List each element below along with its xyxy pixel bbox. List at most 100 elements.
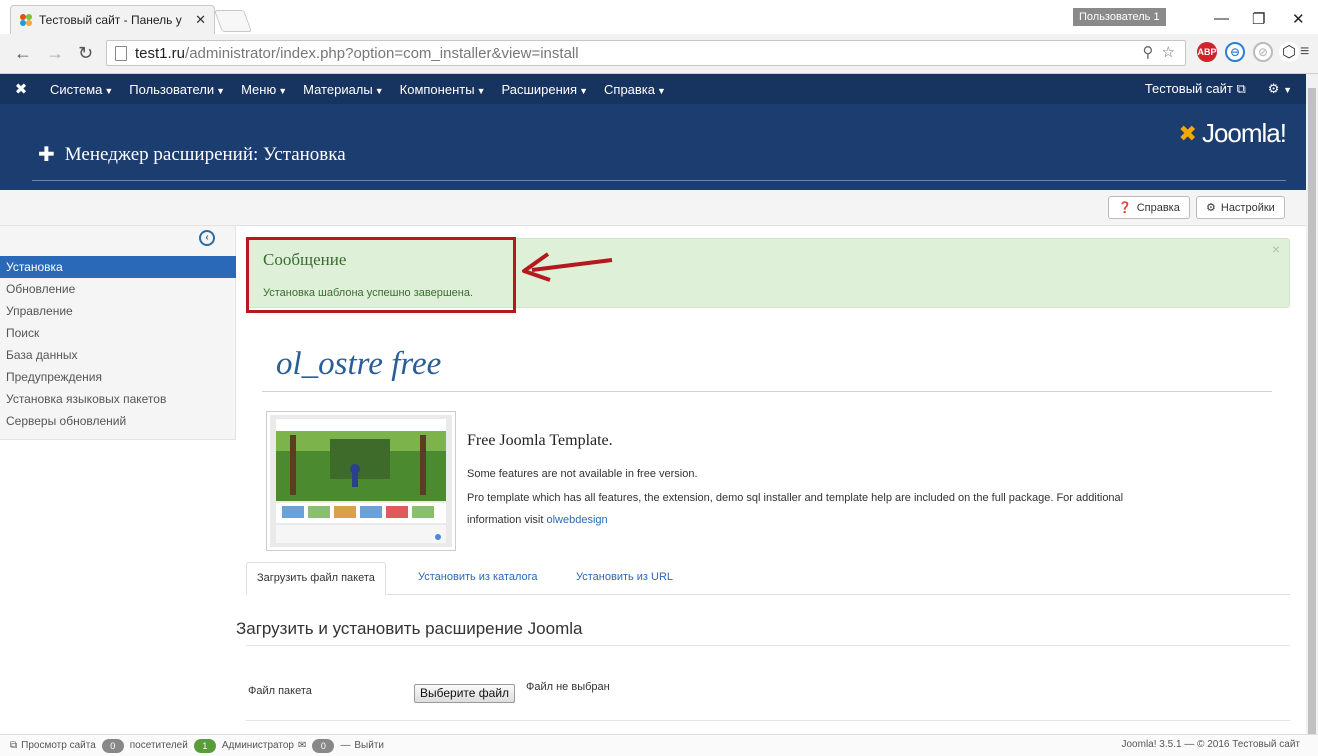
annotation-arrow-icon: [522, 252, 613, 282]
minimize-icon[interactable]: —: [1214, 10, 1229, 27]
adblock-icon[interactable]: ABP: [1197, 42, 1217, 62]
status-footer: ⧉ Просмотр сайта 0 посетителей 1 Админис…: [0, 734, 1318, 756]
options-button[interactable]: ⚙ Настройки: [1196, 196, 1285, 219]
menu-users[interactable]: Пользователи ▼: [121, 82, 233, 97]
install-tabs: Загрузить файл пакета Установить из ката…: [246, 562, 1290, 595]
no-file-selected-text: Файл не выбран: [526, 681, 610, 693]
template-name: ol_ostre free: [276, 346, 442, 382]
brand-text: Joomla!: [1201, 118, 1287, 148]
menu-components[interactable]: Компоненты ▼: [392, 82, 494, 97]
sidebar-item-warnings[interactable]: Предупреждения: [0, 366, 236, 388]
header-divider: [32, 180, 1286, 181]
action-toolbar: ❓ Справка ⚙ Настройки: [0, 190, 1306, 226]
tab-install-from-url[interactable]: Установить из URL: [566, 562, 683, 595]
menu-menus[interactable]: Меню ▼: [233, 82, 295, 97]
sidebar-item-install-languages[interactable]: Установка языковых пакетов: [0, 388, 236, 410]
sidebar-item-install[interactable]: Установка: [0, 256, 236, 278]
caret-down-icon: ▼: [104, 85, 114, 96]
admins-label: Администратор: [221, 740, 294, 751]
page-scrollbar[interactable]: [1306, 74, 1318, 734]
menu-label: Справка: [604, 81, 656, 97]
envelope-icon[interactable]: ✉: [298, 740, 306, 751]
upload-bottom-divider: [246, 720, 1290, 721]
sidebar-collapse-icon[interactable]: ‹: [199, 230, 215, 246]
version-info: Joomla! 3.5.1 — © 2016 Тестовый сайт: [1121, 739, 1301, 750]
olwebdesign-link[interactable]: olwebdesign: [546, 514, 607, 526]
visitors-count-badge: 0: [101, 738, 124, 753]
admin-top-menu: ✖ Система ▼ Пользователи ▼ Меню ▼ Материалы…: [0, 74, 1306, 104]
tab-install-from-folder[interactable]: Установить из каталога: [408, 562, 548, 595]
messages-count-badge: 0: [312, 738, 335, 753]
browser-tabbar: Тестовый сайт - Панель у ✕ Пользователь …: [0, 0, 1318, 34]
sidebar-item-manage[interactable]: Управление: [0, 300, 236, 322]
browser-tab[interactable]: Тестовый сайт - Панель у ✕: [10, 5, 215, 34]
visitors-label: посетителей: [129, 740, 188, 751]
sidebar-item-update-sites[interactable]: Серверы обновлений: [0, 410, 236, 432]
joomla-menu-logo-icon[interactable]: ✖: [0, 80, 42, 98]
tab-close-icon[interactable]: ✕: [195, 12, 206, 28]
template-desc-3: information visit olwebdesign: [467, 510, 608, 530]
external-link-icon: ⧉: [1236, 81, 1246, 96]
back-icon[interactable]: ←: [14, 43, 32, 64]
template-desc-2: Pro template which has all features, the…: [467, 492, 1124, 504]
close-window-icon[interactable]: ✕: [1292, 10, 1305, 28]
menu-system[interactable]: Система ▼: [42, 82, 121, 97]
menu-label: Расширения: [501, 81, 578, 97]
zoom-icon[interactable]: ⚲: [1143, 43, 1154, 61]
user-settings-gear-icon[interactable]: ⚙ ▼: [1268, 81, 1292, 97]
url-host: test1.ru: [135, 44, 186, 62]
help-button-label: Справка: [1136, 201, 1180, 214]
site-link-label: Тестовый сайт: [1144, 81, 1233, 96]
admins-count-badge: 1: [193, 738, 216, 753]
site-link[interactable]: Тестовый сайт ⧉: [1145, 81, 1246, 97]
scrollbar-thumb[interactable]: [1308, 88, 1316, 734]
caret-down-icon: ▼: [657, 85, 666, 96]
annotation-highlight-box: [246, 237, 516, 313]
question-icon: ❓: [1118, 202, 1132, 214]
restore-icon[interactable]: ❐: [1252, 10, 1265, 28]
menu-help[interactable]: Справка ▼: [596, 82, 674, 97]
caret-down-icon: ▼: [579, 85, 589, 96]
sidebar-item-discover[interactable]: Поиск: [0, 322, 236, 344]
template-divider: [262, 391, 1272, 392]
logout-link[interactable]: Выйти: [354, 740, 384, 751]
menu-label: Система: [50, 81, 103, 97]
cube-extension-icon[interactable]: ⬡: [1279, 42, 1299, 62]
browser-menu-icon[interactable]: ≡: [1300, 43, 1309, 61]
tab-upload-package[interactable]: Загрузить файл пакета: [246, 562, 386, 595]
template-desc-1: Some features are not available in free …: [467, 468, 698, 480]
view-site-link[interactable]: Просмотр сайта: [21, 740, 96, 751]
view-site-icon: ⧉: [10, 740, 18, 751]
page-title-text: Менеджер расширений: Установка: [64, 143, 346, 165]
disabled-extension-icon[interactable]: ⊘: [1253, 42, 1273, 62]
sidebar: ‹ Установка Обновление Управление Поиск …: [0, 226, 236, 440]
address-bar[interactable]: test1.ru /administrator/index.php?option…: [106, 40, 1186, 66]
joomla-favicon-icon: [19, 13, 33, 27]
joomla-logo-icon: ✖: [1178, 120, 1197, 146]
page-icon: [115, 45, 127, 61]
package-file-label: Файл пакета: [248, 685, 312, 697]
logout-dash-icon: —: [340, 740, 351, 751]
options-button-label: Настройки: [1220, 201, 1275, 214]
forward-icon[interactable]: →: [46, 43, 64, 64]
help-button[interactable]: ❓ Справка: [1108, 196, 1190, 219]
template-thumbnail: [266, 411, 456, 551]
choose-file-button[interactable]: Выберите файл: [414, 684, 516, 703]
reload-icon[interactable]: ↻: [78, 43, 93, 64]
alert-close-icon[interactable]: ×: [1272, 241, 1280, 257]
browser-user-chip[interactable]: Пользователь 1: [1073, 8, 1166, 26]
menu-label: Материалы: [303, 81, 373, 97]
upload-divider: [246, 645, 1290, 646]
browser-toolbar: ← → ↻ test1.ru /administrator/index.php?…: [0, 34, 1318, 74]
gear-icon: ⚙: [1206, 202, 1216, 214]
caret-down-icon: ▼: [278, 85, 288, 96]
new-tab-button[interactable]: [213, 10, 253, 32]
sidebar-item-database[interactable]: База данных: [0, 344, 236, 366]
sidebar-item-update[interactable]: Обновление: [0, 278, 236, 300]
sync-extension-icon[interactable]: ⊖: [1225, 42, 1245, 62]
template-desc-3-prefix: information visit: [467, 514, 544, 526]
bookmark-star-icon[interactable]: ☆: [1162, 43, 1175, 61]
menu-extensions[interactable]: Расширения ▼: [493, 82, 596, 97]
menu-content[interactable]: Материалы ▼: [295, 82, 392, 97]
url-path: /administrator/index.php?option=com_inst…: [185, 44, 579, 62]
